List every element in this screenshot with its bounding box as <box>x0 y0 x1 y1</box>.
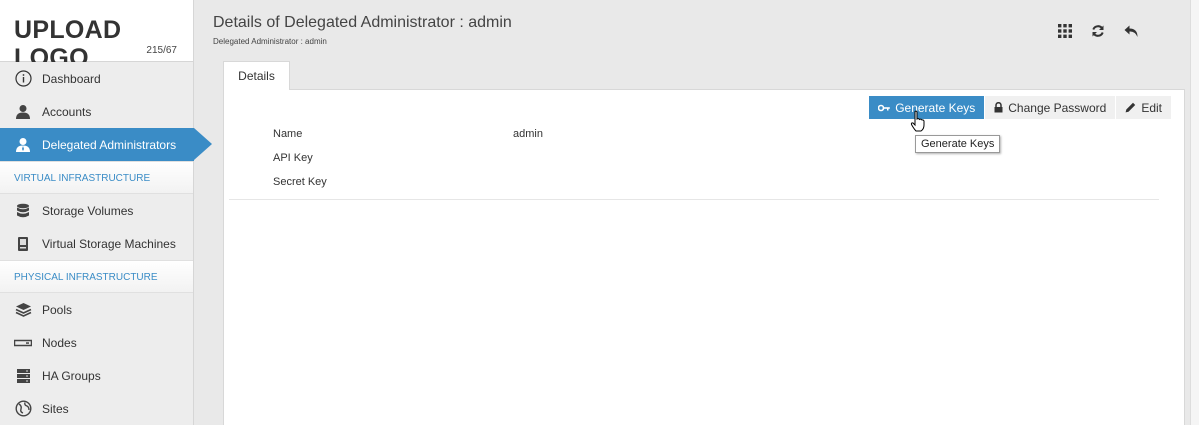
divider <box>229 199 1159 200</box>
grid-menu-icon[interactable] <box>1056 22 1074 40</box>
sidebar-item-nodes[interactable]: Nodes <box>0 326 193 359</box>
details-list: Name admin API Key Secret Key <box>273 128 543 200</box>
sidebar: UPLOAD LOGO 215/67 Dashboard Accounts De… <box>0 0 212 425</box>
sidebar-item-storage-volumes[interactable]: Storage Volumes <box>0 194 193 227</box>
sidebar-item-label: HA Groups <box>42 368 101 383</box>
page-title: Details of Delegated Administrator : adm… <box>213 14 512 31</box>
edit-label: Edit <box>1141 100 1162 115</box>
detail-row-secret-key: Secret Key <box>273 176 543 200</box>
sidebar-item-delegated-administrators[interactable]: Delegated Administrators <box>0 128 212 161</box>
pencil-icon <box>1125 102 1136 113</box>
admin-icon <box>14 136 32 154</box>
refresh-icon[interactable] <box>1089 22 1107 40</box>
info-icon <box>14 70 32 88</box>
details-panel: Generate Keys Change Password Edit Gener… <box>223 89 1185 425</box>
sidebar-item-label: Dashboard <box>42 71 101 86</box>
tab-details[interactable]: Details <box>223 61 290 90</box>
change-password-button[interactable]: Change Password <box>984 96 1116 119</box>
sidebar-item-label: Pools <box>42 302 73 317</box>
sidebar-item-label: Storage Volumes <box>42 203 134 218</box>
generate-keys-button[interactable]: Generate Keys <box>869 96 985 119</box>
generate-keys-label: Generate Keys <box>895 100 976 115</box>
section-virtual-infrastructure: VIRTUAL INFRASTRUCTURE <box>0 161 193 194</box>
sidebar-item-label: Delegated Administrators <box>42 137 177 152</box>
section-physical-infrastructure: PHYSICAL INFRASTRUCTURE <box>0 260 193 293</box>
layers-icon <box>14 301 32 319</box>
sidebar-item-dashboard[interactable]: Dashboard <box>0 62 193 95</box>
node-icon <box>14 334 32 352</box>
machine-icon <box>14 235 32 253</box>
sidebar-item-virtual-storage-machines[interactable]: Virtual Storage Machines <box>0 227 193 260</box>
globe-icon <box>14 400 32 418</box>
sidebar-item-label: Virtual Storage Machines <box>42 236 176 251</box>
user-icon <box>14 103 32 121</box>
name-value: admin <box>513 128 543 140</box>
back-icon[interactable] <box>1122 22 1140 40</box>
name-label: Name <box>273 128 303 140</box>
database-icon <box>14 202 32 220</box>
change-password-label: Change Password <box>1008 100 1107 115</box>
key-icon <box>878 104 891 112</box>
sidebar-item-label: Nodes <box>42 335 77 350</box>
secret-key-label: Secret Key <box>273 176 327 188</box>
page-subtitle: Delegated Administrator : admin <box>213 37 327 46</box>
detail-row-name: Name admin <box>273 128 543 152</box>
server-stack-icon <box>14 367 32 385</box>
top-toolbar <box>1056 22 1155 40</box>
edit-button[interactable]: Edit <box>1115 96 1171 119</box>
sidebar-item-accounts[interactable]: Accounts <box>0 95 193 128</box>
generate-keys-tooltip: Generate Keys <box>915 135 1001 153</box>
page-scrollbar[interactable] <box>1190 0 1199 425</box>
sidebar-item-sites[interactable]: Sites <box>0 392 193 425</box>
hand-cursor-icon <box>910 110 926 137</box>
api-key-label: API Key <box>273 152 313 164</box>
lock-icon <box>994 102 1003 113</box>
sidebar-item-ha-groups[interactable]: HA Groups <box>0 359 193 392</box>
sidebar-item-pools[interactable]: Pools <box>0 293 193 326</box>
sidebar-item-label: Accounts <box>42 104 92 119</box>
sidebar-item-label: Sites <box>42 401 69 416</box>
detail-row-api-key: API Key <box>273 152 543 176</box>
logo[interactable]: UPLOAD LOGO 215/67 <box>0 0 193 72</box>
logo-dimensions: 215/67 <box>146 45 177 56</box>
